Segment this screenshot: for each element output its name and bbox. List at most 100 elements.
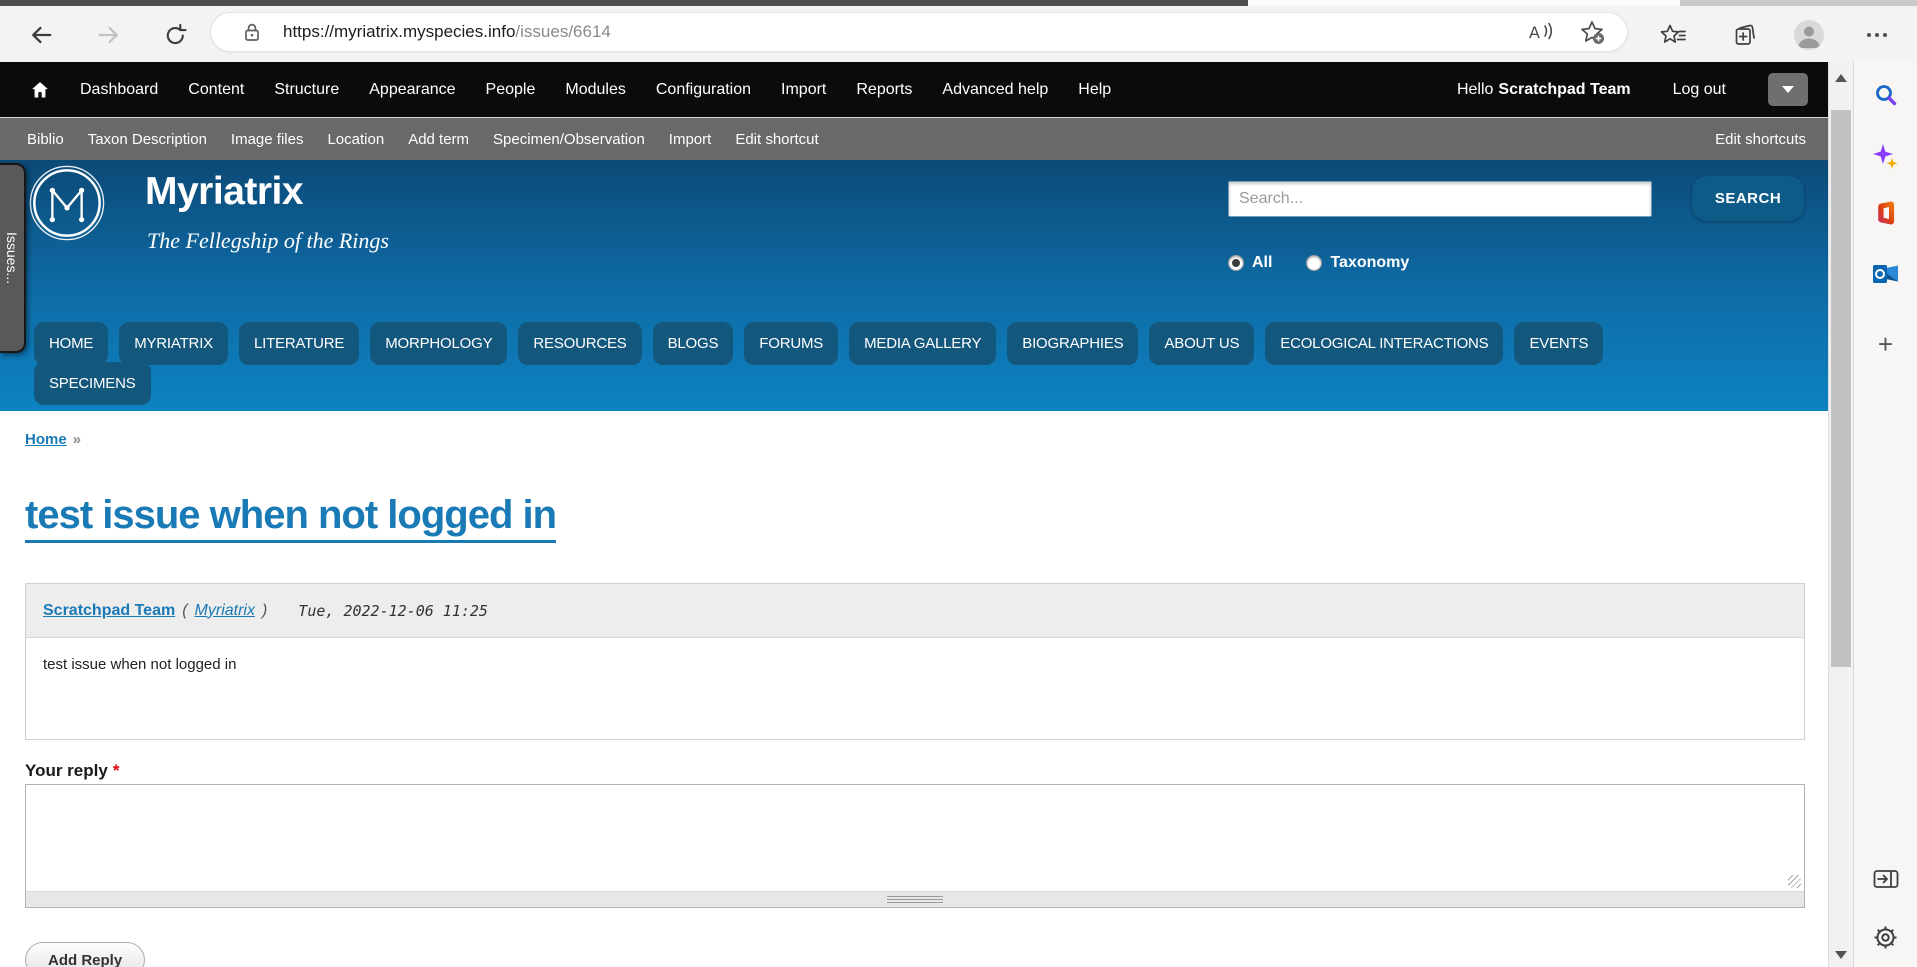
favorites-button[interactable] <box>1658 20 1688 50</box>
add-favorite-icon[interactable] <box>1579 19 1605 45</box>
tab-blogs[interactable]: BLOGS <box>652 322 734 365</box>
logout-link[interactable]: Log out <box>1673 81 1726 99</box>
search-button[interactable]: SEARCH <box>1692 176 1804 221</box>
browser-menu-button[interactable] <box>1862 20 1892 50</box>
breadcrumb-separator: » <box>72 431 82 448</box>
shortcut-taxon-description[interactable]: Taxon Description <box>88 131 207 148</box>
url-path: /issues/6614 <box>515 22 611 41</box>
radio-taxonomy-icon[interactable] <box>1306 255 1323 271</box>
tab-events[interactable]: EVENTS <box>1514 322 1604 365</box>
read-aloud-icon[interactable]: A <box>1527 20 1555 44</box>
shortcut-specimen-observation[interactable]: Specimen/Observation <box>493 131 645 148</box>
profile-button[interactable] <box>1794 20 1824 50</box>
back-button[interactable] <box>26 20 56 50</box>
radio-all-selected-icon[interactable] <box>1228 255 1244 271</box>
admin-menu-structure[interactable]: Structure <box>274 81 339 99</box>
tab-literature[interactable]: LITERATURE <box>238 322 360 365</box>
back-arrow-icon <box>32 26 52 44</box>
add-reply-button[interactable]: Add Reply <box>25 942 146 967</box>
site-header: Myriatrix The Fellegship of the Rings SE… <box>0 160 1828 411</box>
shortcut-import[interactable]: Import <box>669 131 712 148</box>
sidebar-add-button[interactable]: + <box>1872 330 1900 358</box>
gear-icon <box>1874 926 1897 948</box>
shortcut-location[interactable]: Location <box>327 131 384 148</box>
admin-menu-modules[interactable]: Modules <box>565 81 625 99</box>
comment-date: Tue, 2022-12-06 11:25 <box>298 601 488 620</box>
admin-menu-help[interactable]: Help <box>1078 81 1111 99</box>
admin-menu-configuration[interactable]: Configuration <box>656 81 751 99</box>
site-slogan: The Fellegship of the Rings <box>147 228 389 253</box>
tab-myriatrix[interactable]: MYRIATRIX <box>119 322 228 365</box>
sidebar-copilot-button[interactable] <box>1872 142 1900 170</box>
tab-about-us[interactable]: ABOUT US <box>1149 322 1255 365</box>
shortcut-edit-shortcut[interactable]: Edit shortcut <box>735 131 818 148</box>
comment-author-link[interactable]: Scratchpad Team <box>43 602 175 620</box>
edit-shortcuts-link[interactable]: Edit shortcuts <box>1715 131 1806 148</box>
plus-icon: + <box>1877 329 1894 359</box>
admin-menu-dashboard[interactable]: Dashboard <box>80 81 158 99</box>
admin-home-button[interactable] <box>30 80 50 100</box>
tab-ecological-interactions[interactable]: ECOLOGICAL INTERACTIONS <box>1265 322 1504 365</box>
search-input[interactable] <box>1228 181 1652 217</box>
url-domain: https://myriatrix.myspecies.info <box>283 22 516 41</box>
browser-window: https://myriatrix.myspecies.info/issues/… <box>0 0 1917 967</box>
collections-button[interactable] <box>1730 20 1760 50</box>
lock-icon[interactable] <box>243 22 261 42</box>
shortcut-biblio[interactable]: Biblio <box>27 131 64 148</box>
site-name[interactable]: Myriatrix <box>145 170 304 214</box>
tab-morphology[interactable]: MORPHOLOGY <box>370 322 508 365</box>
toolbar-toggle-button[interactable] <box>1768 73 1808 106</box>
forward-arrow-icon <box>98 26 118 44</box>
forward-button[interactable] <box>94 20 124 50</box>
tab-biographies[interactable]: BIOGRAPHIES <box>1007 322 1139 365</box>
page-title[interactable]: test issue when not logged in <box>25 493 557 543</box>
sidebar-search-button[interactable] <box>1872 81 1900 109</box>
radio-taxonomy-label: Taxonomy <box>1330 254 1410 271</box>
vertical-scrollbar[interactable] <box>1828 62 1853 967</box>
ellipsis-icon <box>1867 33 1887 37</box>
sidebar-panel-toggle-button[interactable] <box>1872 865 1900 893</box>
sidebar-outlook-button[interactable] <box>1872 260 1900 288</box>
tab-specimens[interactable]: SPECIMENS <box>34 362 151 405</box>
sidebar-settings-button[interactable] <box>1872 923 1900 951</box>
scroll-down-arrow-icon[interactable] <box>1835 951 1847 959</box>
comment-site-link[interactable]: Myriatrix <box>195 602 255 620</box>
sparkle-icon <box>1873 143 1898 169</box>
shortcut-add-term[interactable]: Add term <box>408 131 469 148</box>
tab-home[interactable]: HOME <box>34 322 109 365</box>
admin-menu-people[interactable]: People <box>486 81 536 99</box>
admin-menu-advanced-help[interactable]: Advanced help <box>942 81 1048 99</box>
admin-menu-appearance[interactable]: Appearance <box>369 81 455 99</box>
admin-menu-reports[interactable]: Reports <box>856 81 912 99</box>
radio-option-taxonomy[interactable]: Taxonomy <box>1306 254 1409 272</box>
scrollbar-thumb[interactable] <box>1831 110 1851 667</box>
site-logo[interactable] <box>28 164 106 247</box>
address-bar[interactable]: https://myriatrix.myspecies.info/issues/… <box>211 13 1627 51</box>
shortcut-image-files[interactable]: Image files <box>231 131 304 148</box>
reply-textarea[interactable] <box>26 785 1804 891</box>
admin-menu-import[interactable]: Import <box>781 81 826 99</box>
scroll-up-arrow-icon[interactable] <box>1835 74 1847 82</box>
breadcrumb-home-link[interactable]: Home <box>25 431 67 448</box>
comment-header: Scratchpad Team ( Myriatrix ) Tue, 2022-… <box>26 584 1804 638</box>
page-content: Home » test issue when not logged in Scra… <box>0 411 1828 967</box>
open-panel-icon <box>1873 870 1898 888</box>
main-nav-row-1: HOME MYRIATRIX LITERATURE MORPHOLOGY RES… <box>34 322 1604 365</box>
browser-toolbar: https://myriatrix.myspecies.info/issues/… <box>0 6 1917 62</box>
radio-all-label: All <box>1252 254 1273 271</box>
admin-menu-content[interactable]: Content <box>188 81 244 99</box>
greeting-text: Hello Scratchpad Team <box>1456 80 1631 98</box>
sidebar-office-button[interactable] <box>1872 199 1900 227</box>
textarea-grippie-handle[interactable] <box>26 891 1804 907</box>
office-icon <box>1877 201 1894 225</box>
refresh-button[interactable] <box>160 20 190 50</box>
tab-resources[interactable]: RESOURCES <box>518 322 642 365</box>
radio-option-all[interactable]: All <box>1228 254 1272 272</box>
tab-forums[interactable]: FORUMS <box>744 322 839 365</box>
outlook-icon <box>1873 265 1898 283</box>
tab-media-gallery[interactable]: MEDIA GALLERY <box>849 322 997 365</box>
issues-feedback-tab[interactable]: Issues... <box>0 163 26 353</box>
collections-icon <box>1735 24 1755 45</box>
resize-corner-handle[interactable] <box>1788 875 1801 888</box>
myriatrix-logo-icon <box>29 165 105 241</box>
